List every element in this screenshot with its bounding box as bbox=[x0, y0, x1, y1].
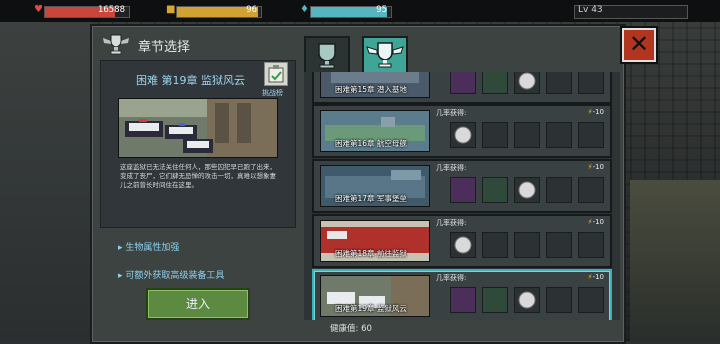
energy-cost: ⚡-10 bbox=[588, 273, 604, 281]
food-bar: 96 bbox=[176, 5, 262, 18]
clipboard-icon[interactable] bbox=[264, 62, 288, 86]
health-value: 16588 bbox=[97, 5, 125, 15]
reward-slot bbox=[578, 287, 604, 313]
challenge-label[interactable]: 挑战榜 bbox=[262, 88, 283, 98]
reward-slot bbox=[514, 287, 540, 313]
right-scenery bbox=[630, 180, 720, 341]
reward-slot bbox=[482, 122, 508, 148]
coin-icon bbox=[454, 126, 472, 144]
reward-slot bbox=[546, 177, 572, 203]
energy-cost: ⚡-10 bbox=[588, 108, 604, 116]
chapter-scene-image bbox=[118, 98, 278, 158]
bonus-item-0: ▸ 生物属性加强 bbox=[118, 243, 180, 253]
reward-slot bbox=[546, 287, 572, 313]
reward-slot bbox=[578, 232, 604, 258]
drop-label: 几率获得: bbox=[436, 164, 467, 172]
tab-normal[interactable] bbox=[304, 36, 350, 74]
level-bar: Lv 43 bbox=[574, 5, 688, 19]
panel-title: 章节选择 bbox=[138, 40, 191, 55]
chapter-name: 困难第17章 军事堡垒 bbox=[335, 194, 407, 203]
water-drop-icon: ♦ bbox=[300, 4, 309, 15]
panel-header: 章节选择 bbox=[92, 26, 624, 60]
water-value: 95 bbox=[376, 5, 387, 15]
drop-label: 几率获得: bbox=[436, 219, 467, 227]
chapter-name: 困难第18章 前往监狱 bbox=[335, 249, 407, 258]
trophy-wings-icon bbox=[366, 42, 404, 68]
trophy-wings-icon bbox=[103, 34, 129, 55]
food-icon: ■ bbox=[166, 4, 176, 15]
chapter-thumbnail: 困难第17章 军事堡垒 bbox=[320, 165, 430, 207]
reward-slot bbox=[482, 232, 508, 258]
chapter-row-19[interactable]: 困难第19章 监狱风云 几率获得: ⚡-10 bbox=[312, 269, 612, 320]
reward-slot bbox=[514, 122, 540, 148]
reward-slot bbox=[546, 232, 572, 258]
cost-value: -10 bbox=[592, 218, 604, 226]
reward-slot bbox=[482, 177, 508, 203]
tab-hard[interactable] bbox=[362, 36, 408, 74]
cost-value: -10 bbox=[592, 273, 604, 281]
chapter-title: 困难 第19章 监狱风云 bbox=[136, 74, 245, 87]
chapter-name: 困难第15章 潜入基地 bbox=[335, 85, 407, 94]
enter-button[interactable]: 进入 bbox=[146, 288, 250, 320]
reward-slot bbox=[450, 177, 476, 203]
reward-slot bbox=[514, 177, 540, 203]
level-label: Lv 43 bbox=[578, 5, 603, 15]
chapter-description: 这座监狱已无法关住任何人，那些囚犯早已跑了出来，变成了丧尸，它们肆无忌惮的攻击一… bbox=[120, 163, 276, 189]
bonus-item-1: ▸ 可额外获取高级装备工具 bbox=[118, 271, 225, 281]
reward-slot bbox=[546, 122, 572, 148]
reward-slot bbox=[578, 72, 604, 94]
chapter-list[interactable]: 困难第15章 潜入基地 困难第16章 航空母舰 几率获得: ⚡-10 困难第17… bbox=[304, 72, 620, 320]
top-hud: ♥ 16588 ■ 96 ♦ 95 Lv 43 bbox=[0, 0, 720, 22]
chapter-row-18[interactable]: 困难第18章 前往监狱 几率获得: ⚡-10 bbox=[312, 214, 612, 268]
trophy-icon bbox=[318, 43, 336, 69]
coin-icon bbox=[518, 291, 536, 309]
left-scenery bbox=[0, 22, 90, 341]
drop-label: 几率获得: bbox=[436, 109, 467, 117]
coin-icon bbox=[518, 72, 536, 90]
bonus-text: 可额外获取高级装备工具 bbox=[125, 271, 225, 281]
reward-slot bbox=[546, 72, 572, 94]
reward-slot bbox=[482, 72, 508, 94]
coin-icon bbox=[518, 181, 536, 199]
leaderboard-icon bbox=[268, 65, 284, 83]
reward-slot bbox=[450, 287, 476, 313]
chapter-row-15[interactable]: 困难第15章 潜入基地 bbox=[312, 72, 612, 104]
energy-cost: ⚡-10 bbox=[588, 218, 604, 226]
bonus-text: 生物属性加强 bbox=[125, 243, 180, 253]
health-value-label: 健康值: 60 bbox=[330, 324, 372, 334]
enter-label: 进入 bbox=[185, 297, 210, 311]
reward-slot bbox=[578, 122, 604, 148]
cost-value: -10 bbox=[592, 108, 604, 116]
reward-slot bbox=[514, 72, 540, 94]
close-button[interactable]: ✕ bbox=[622, 28, 656, 62]
health-bar: 16588 bbox=[44, 5, 130, 18]
food-value: 96 bbox=[246, 5, 257, 15]
chapter-row-16[interactable]: 困难第16章 航空母舰 几率获得: ⚡-10 bbox=[312, 104, 612, 158]
chapter-thumbnail: 困难第15章 潜入基地 bbox=[320, 72, 430, 98]
reward-slot bbox=[450, 122, 476, 148]
drop-label: 几率获得: bbox=[436, 274, 467, 282]
cost-value: -10 bbox=[592, 163, 604, 171]
energy-cost: ⚡-10 bbox=[588, 163, 604, 171]
reward-slot bbox=[514, 232, 540, 258]
chapter-row-17[interactable]: 困难第17章 军事堡垒 几率获得: ⚡-10 bbox=[312, 159, 612, 213]
close-icon: ✕ bbox=[628, 30, 650, 58]
chapter-thumbnail: 困难第19章 监狱风云 bbox=[320, 275, 430, 317]
heart-icon: ♥ bbox=[34, 4, 43, 15]
water-bar: 95 bbox=[310, 5, 392, 18]
chapter-thumbnail: 困难第18章 前往监狱 bbox=[320, 220, 430, 262]
coin-icon bbox=[454, 236, 472, 254]
chapter-thumbnail: 困难第16章 航空母舰 bbox=[320, 110, 430, 152]
chapter-name: 困难第19章 监狱风云 bbox=[335, 304, 407, 313]
reward-slot bbox=[578, 177, 604, 203]
reward-slot bbox=[482, 287, 508, 313]
reward-slot bbox=[450, 72, 476, 94]
chapter-name: 困难第16章 航空母舰 bbox=[335, 139, 407, 148]
reward-slot bbox=[450, 232, 476, 258]
